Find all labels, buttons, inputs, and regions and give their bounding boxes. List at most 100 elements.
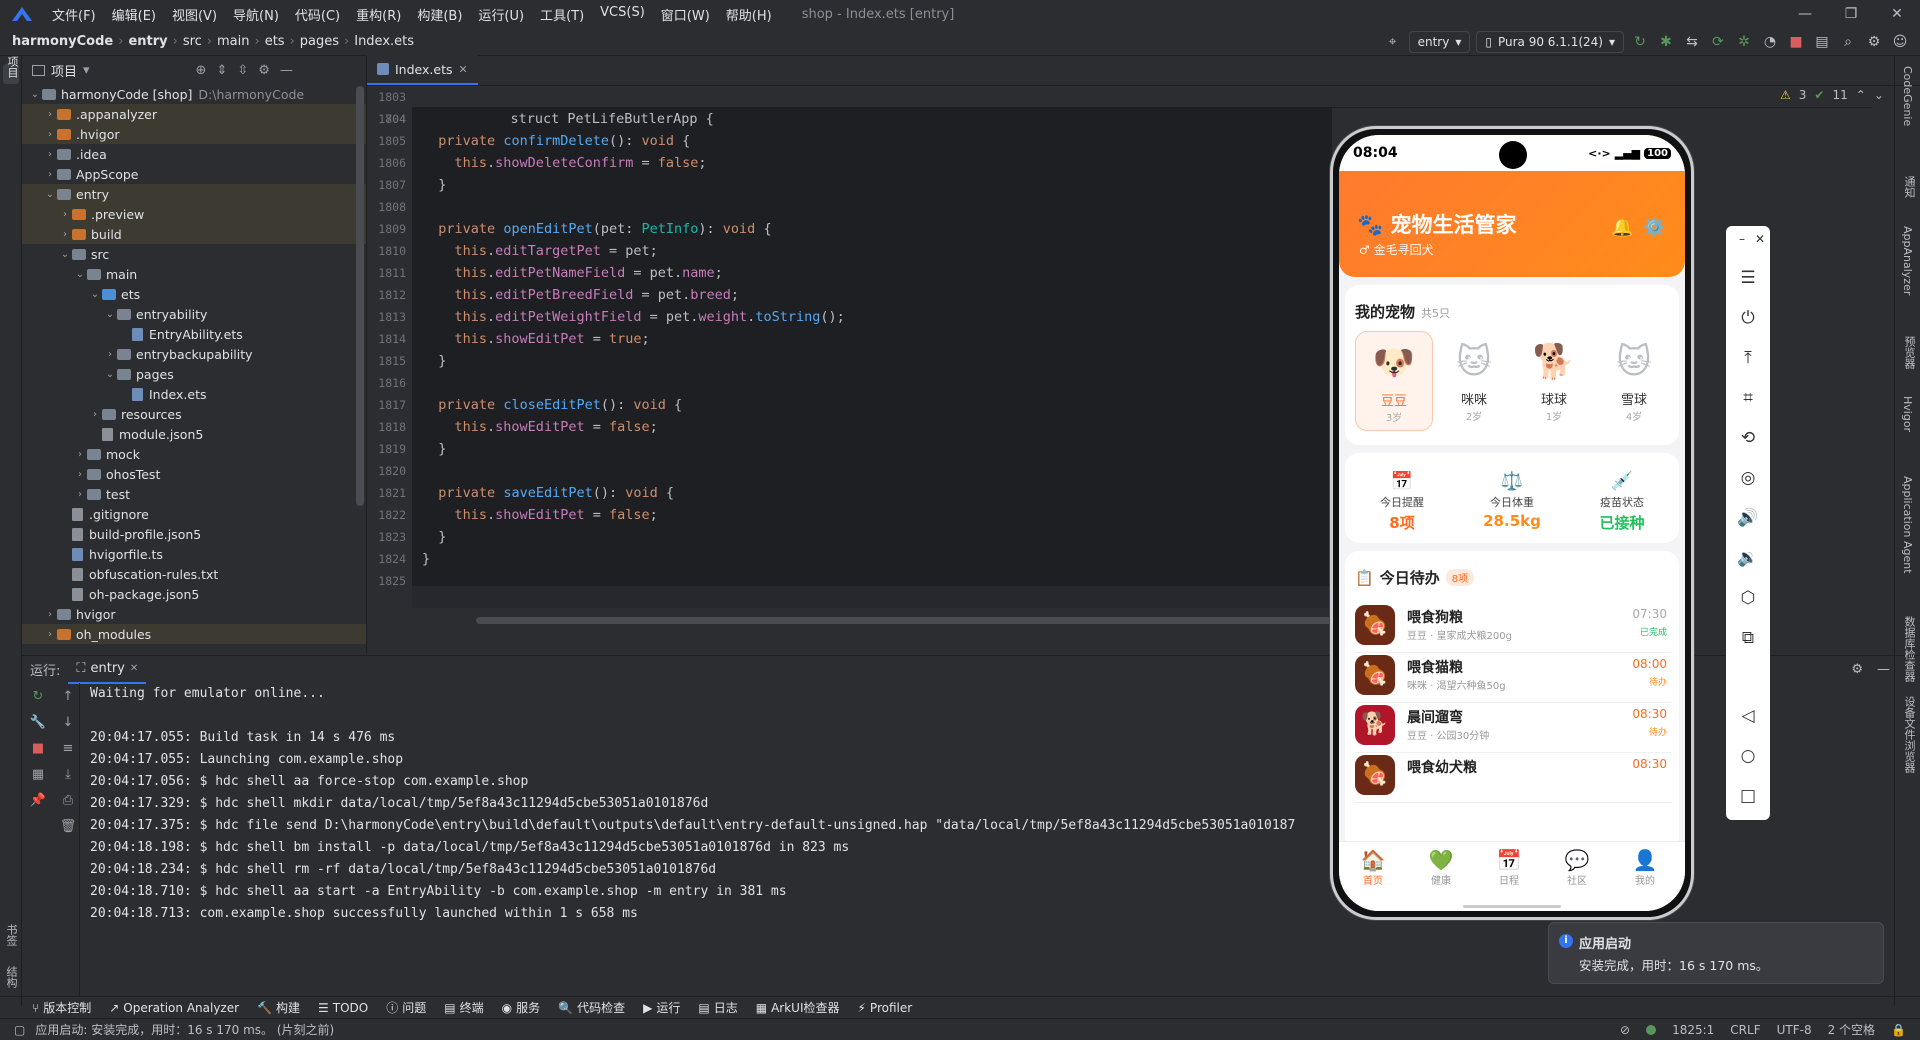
restore-icon[interactable]: ❐ — [1828, 6, 1874, 22]
project-panel-title[interactable]: 项目 — [51, 61, 77, 80]
menu-item[interactable]: 帮助(H) — [718, 5, 780, 24]
tab-index-ets[interactable]: Index.ets ✕ — [367, 55, 478, 85]
target-icon[interactable]: ⌖ — [1383, 32, 1403, 52]
menu-item[interactable]: 文件(F) — [44, 5, 104, 24]
profile-icon[interactable]: ✲ — [1734, 32, 1754, 52]
tree-item[interactable]: › .idea — [22, 144, 366, 164]
volume-up-icon[interactable]: 🔊 — [1736, 508, 1760, 532]
close-icon[interactable]: ✕ — [1874, 6, 1920, 22]
scroll-up-icon[interactable]: ↑ — [58, 689, 78, 709]
tree-item[interactable]: ⌄ main — [22, 264, 366, 284]
menu-item[interactable]: 导航(N) — [225, 5, 287, 24]
chevron-down-icon[interactable]: ⌄ — [103, 369, 117, 380]
inspection-widget[interactable]: ⚠ 3 ✔ 11 ⌃ ⌄ — [1780, 88, 1884, 102]
right-vtab[interactable]: 预览器 — [1901, 336, 1917, 369]
rerun-icon[interactable]: ↻ — [1630, 32, 1650, 52]
rerun-icon[interactable]: ↻ — [28, 689, 48, 709]
menu-item[interactable]: 重构(R) — [348, 5, 409, 24]
tool-window-button[interactable]: ▤ 日志 — [698, 999, 737, 1016]
breadcrumb-item[interactable]: src — [183, 34, 202, 49]
minimize-icon[interactable]: — — [1782, 6, 1828, 22]
tree-item[interactable]: hvigorfile.ts — [22, 544, 366, 564]
vtab-structure[interactable]: 结构 — [3, 966, 19, 988]
tree-item[interactable]: Index.ets — [22, 384, 366, 404]
collapse-all-icon[interactable]: ⇳ — [237, 63, 248, 78]
sticky-scroll-header[interactable]: 704 struct PetLifeButlerApp { — [385, 86, 1872, 127]
bell-icon[interactable]: 🔔 — [1611, 217, 1633, 238]
home-icon[interactable]: ○ — [1736, 746, 1760, 770]
gear-icon[interactable]: ⚙ — [1864, 32, 1884, 52]
tree-item[interactable]: › oh_modules — [22, 624, 366, 644]
right-vtab[interactable]: Hvigor — [1901, 396, 1914, 432]
chevron-right-icon[interactable]: › — [103, 349, 117, 360]
chevron-down-icon[interactable]: ⌄ — [73, 269, 87, 280]
print-icon[interactable]: ⎙ — [58, 793, 78, 813]
menu-item[interactable]: 窗口(W) — [653, 5, 718, 24]
tool-window-button[interactable]: ⓘ 问题 — [386, 999, 426, 1016]
chevron-right-icon[interactable]: › — [88, 409, 102, 420]
search-icon[interactable]: ⌕ — [1838, 32, 1858, 52]
tool-window-button[interactable]: ▤ 终端 — [444, 999, 483, 1016]
tree-item[interactable]: › build — [22, 224, 366, 244]
tree-item[interactable]: › entrybackupability — [22, 344, 366, 364]
hide-icon[interactable]: — — [1877, 662, 1890, 677]
locate-icon[interactable]: ⊕ — [196, 63, 207, 78]
tree-item[interactable]: ⌄ harmonyCode [shop] D:\harmonyCode — [22, 84, 366, 104]
back-icon[interactable]: ◁ — [1736, 706, 1760, 730]
chevron-right-icon[interactable]: › — [43, 149, 57, 160]
tree-item[interactable]: ⌄ ets — [22, 284, 366, 304]
phone-screen[interactable]: 08:04 <·> ▂▄▆ 100 🐾 宠物生活管家 ♂ 金毛寻回犬 🔔 ⚙️ … — [1339, 135, 1685, 911]
no-events-icon[interactable]: ⊘ — [1620, 1023, 1630, 1037]
stop-icon[interactable]: ■ — [1786, 32, 1806, 52]
menu-item[interactable]: 代码(C) — [287, 5, 348, 24]
breadcrumb-item[interactable]: ets — [265, 34, 285, 49]
layout-icon[interactable]: ▦ — [28, 767, 48, 787]
apply-changes-icon[interactable]: ⟳ — [1708, 32, 1728, 52]
expand-all-icon[interactable]: ⇕ — [216, 63, 227, 78]
tree-item[interactable]: obfuscation-rules.txt — [22, 564, 366, 584]
close-icon[interactable]: ✕ — [130, 663, 138, 674]
chevron-right-icon[interactable]: › — [43, 129, 57, 140]
menu-item[interactable]: 工具(T) — [532, 5, 592, 24]
scroll-down-icon[interactable]: ↓ — [58, 715, 78, 735]
app-tab[interactable]: 💬 社区 — [1547, 848, 1607, 887]
tree-item[interactable]: build-profile.json5 — [22, 524, 366, 544]
app-tab[interactable]: 👤 我的 — [1615, 848, 1675, 887]
menu-item[interactable]: 编辑(E) — [104, 5, 164, 24]
screenshot-icon[interactable]: ◎ — [1736, 468, 1760, 492]
menu-item[interactable]: 构建(B) — [409, 5, 470, 24]
tree-item[interactable]: module.json5 — [22, 424, 366, 444]
status-message[interactable]: 应用启动: 安装完成，用时：16 s 170 ms。 (片刻之前) — [35, 1021, 334, 1038]
pin-top-icon[interactable]: ⤒ — [1736, 348, 1760, 372]
device-manager-icon[interactable]: ▤ — [1812, 32, 1832, 52]
tree-item[interactable]: oh-package.json5 — [22, 584, 366, 604]
gear-icon[interactable]: ⚙️ — [1643, 217, 1665, 238]
user-icon[interactable]: ☺ — [1890, 32, 1910, 52]
editor-horizontal-scrollbar[interactable] — [476, 617, 1356, 624]
tree-item[interactable]: › AppScope — [22, 164, 366, 184]
run-console-output[interactable]: Waiting for emulator online... 20:04:17.0… — [90, 683, 1330, 996]
right-vtab[interactable]: 数据库检查器 — [1901, 616, 1917, 682]
pet-item[interactable]: 🐱 雪球 4岁 — [1595, 331, 1673, 431]
tree-item[interactable]: › ohosTest — [22, 464, 366, 484]
hide-icon[interactable]: — — [280, 63, 293, 78]
stat-item[interactable]: ⚖️ 今日体重 28.5kg — [1457, 471, 1567, 530]
right-vtab[interactable]: Application Agent — [1901, 476, 1914, 574]
vtab-bookmarks[interactable]: 书签 — [3, 924, 19, 946]
tree-item[interactable]: ⌄ entryability — [22, 304, 366, 324]
chevron-right-icon[interactable]: › — [73, 469, 87, 480]
chevron-down-icon[interactable]: ⌄ — [58, 249, 72, 260]
app-tab[interactable]: 📅 日程 — [1479, 848, 1539, 887]
tool-window-button[interactable]: ▶ 运行 — [643, 999, 680, 1016]
tool-window-button[interactable]: ↗ Operation Analyzer — [109, 1001, 239, 1015]
menu-item[interactable]: 运行(U) — [470, 5, 532, 24]
stat-item[interactable]: 📅 今日提醒 8项 — [1347, 471, 1457, 533]
chevron-right-icon[interactable]: › — [43, 629, 57, 640]
chevron-down-icon[interactable]: ⌄ — [88, 289, 102, 300]
tree-item[interactable]: .gitignore — [22, 504, 366, 524]
tool-window-button[interactable]: ⚡ Profiler — [857, 1001, 912, 1015]
pet-item[interactable]: 🐱 咪咪 2岁 — [1435, 331, 1513, 431]
tree-item[interactable]: › hvigor — [22, 604, 366, 624]
gear-icon[interactable]: ⚙ — [258, 63, 270, 78]
tree-item[interactable]: › .preview — [22, 204, 366, 224]
